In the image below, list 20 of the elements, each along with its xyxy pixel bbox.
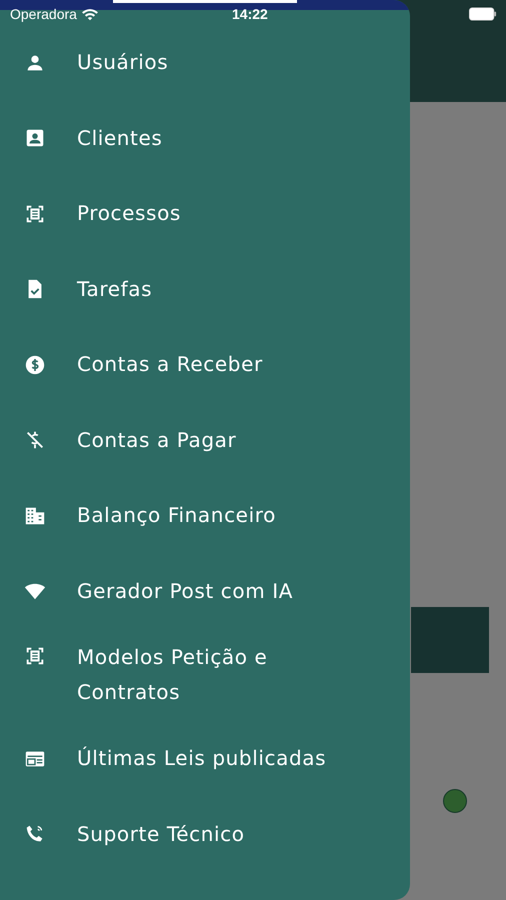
menu-item[interactable]: Processos	[0, 176, 410, 252]
menu-item[interactable]: Suporte Técnico	[0, 796, 410, 872]
menu-item[interactable]: Clientes	[0, 100, 410, 176]
carrier-name: Operadora	[10, 6, 77, 22]
menu-item[interactable]: Balanço Financeiro	[0, 478, 410, 554]
document-scan-icon	[24, 645, 46, 667]
wifi-signal-icon	[80, 8, 99, 20]
menu-item[interactable]: Contas a Pagar	[0, 402, 410, 478]
contact-card-icon	[24, 127, 46, 150]
menu-item[interactable]: Contas a Receber	[0, 327, 410, 402]
battery-icon	[469, 7, 497, 21]
clock-time: 14:22	[232, 6, 268, 22]
menu-item[interactable]: Tarefas	[0, 252, 410, 327]
menu-item[interactable]: Usuários	[0, 25, 410, 100]
status-dot	[443, 789, 467, 813]
dollar-off-icon	[24, 429, 46, 452]
menu-item[interactable]: Gerador Post com IA	[0, 554, 410, 629]
dollar-icon	[24, 354, 46, 376]
menu-item[interactable]: Modelos Petição e Contratos	[0, 629, 410, 721]
menu-item[interactable]: Últimas Leis publicadas	[0, 721, 410, 796]
